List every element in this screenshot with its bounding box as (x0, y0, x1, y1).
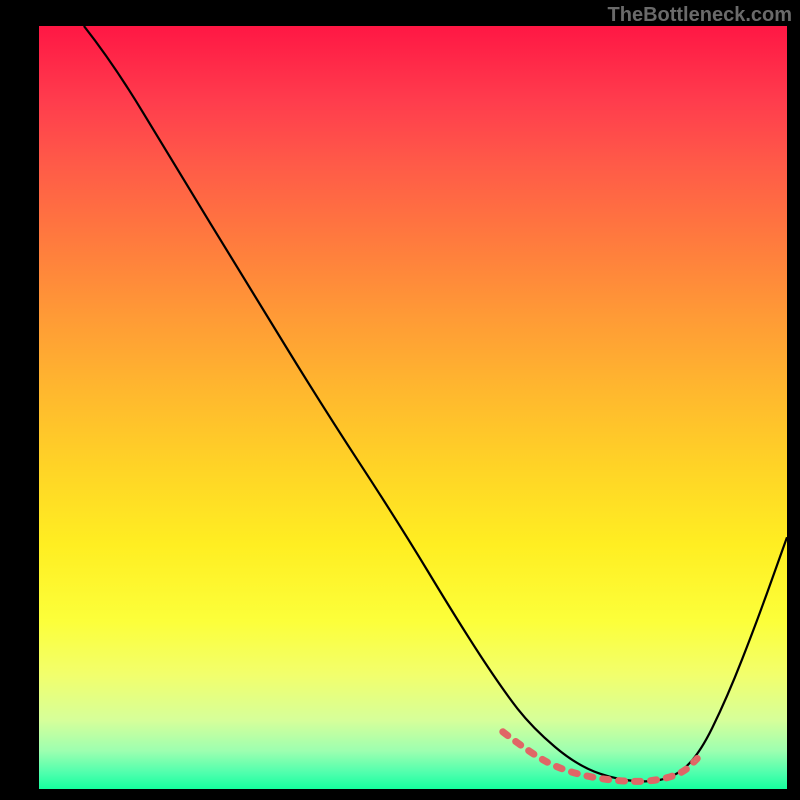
main-curve-line (84, 26, 787, 781)
watermark-text: TheBottleneck.com (608, 4, 792, 27)
chart-plot-area (39, 26, 787, 789)
chart-svg (39, 26, 787, 789)
chart-frame (39, 26, 787, 789)
